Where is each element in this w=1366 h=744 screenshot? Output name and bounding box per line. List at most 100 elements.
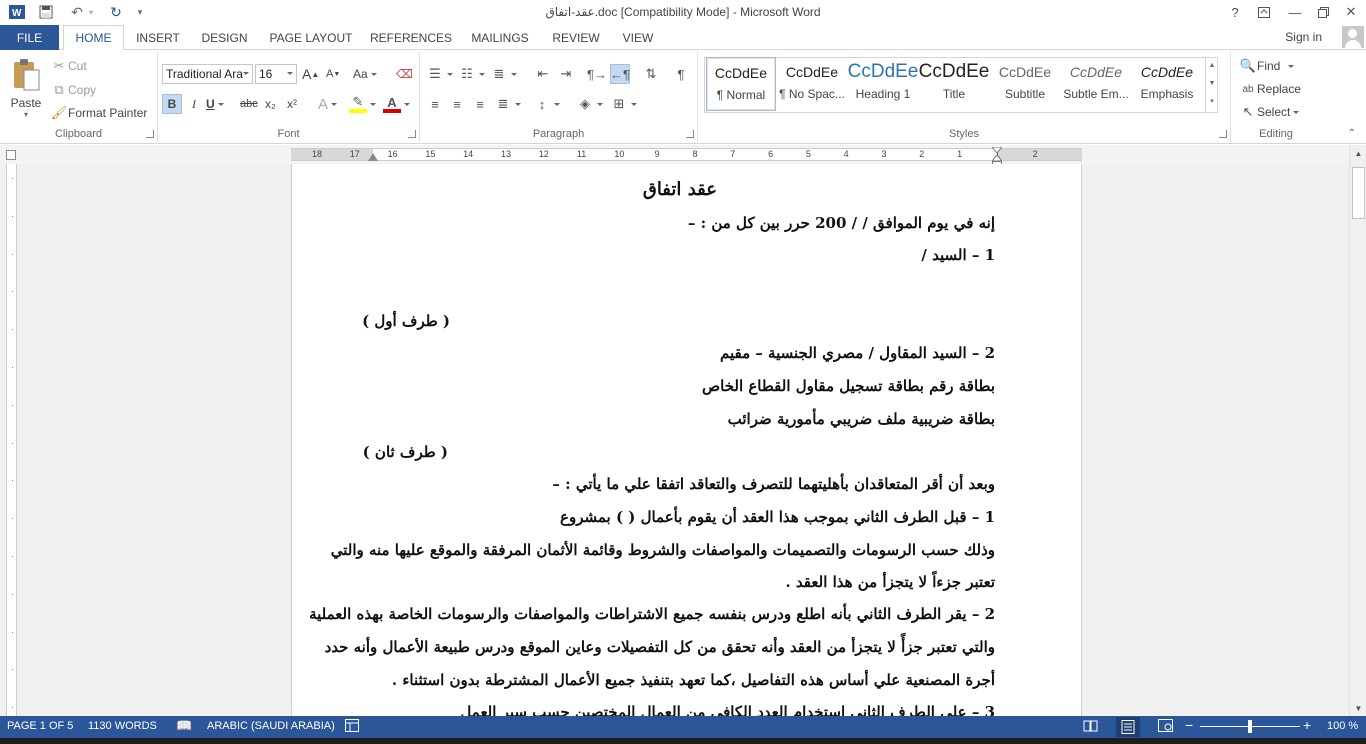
help-button[interactable]: ? xyxy=(1222,2,1248,22)
clear-formatting-icon[interactable]: ⌫ xyxy=(396,64,413,84)
justify-button[interactable]: ≣ xyxy=(494,94,521,114)
tab-view[interactable]: VIEW xyxy=(614,25,662,50)
style-normal[interactable]: CcDdEe ¶ Normal xyxy=(706,57,776,111)
language-indicator[interactable]: ARABIC (SAUDI ARABIA) xyxy=(207,720,335,732)
multilevel-list-button[interactable]: ≣ xyxy=(490,64,517,84)
print-layout-icon[interactable] xyxy=(1116,717,1140,737)
zoom-out-icon[interactable]: − xyxy=(1185,717,1193,733)
replace-button[interactable]: ab Replace xyxy=(1239,79,1301,99)
sign-in-link[interactable]: Sign in xyxy=(1285,30,1322,44)
style-subtitle[interactable]: CcDdEe Subtitle xyxy=(990,57,1060,111)
tab-review[interactable]: REVIEW xyxy=(545,25,607,50)
tab-home[interactable]: HOME xyxy=(63,25,124,51)
font-color-button[interactable]: A xyxy=(383,94,410,114)
numbering-button[interactable]: ☷ xyxy=(458,64,485,84)
restore-button[interactable] xyxy=(1310,2,1336,22)
proofing-icon[interactable]: 📖 xyxy=(176,718,192,734)
scroll-thumb[interactable] xyxy=(1352,167,1365,219)
ltr-direction-button[interactable]: ¶→ xyxy=(587,64,607,84)
zoom-in-icon[interactable]: + xyxy=(1303,717,1311,733)
collapse-ribbon-icon[interactable]: ⌃ xyxy=(1348,128,1356,139)
shrink-font-button[interactable]: A ▼ xyxy=(326,64,340,84)
find-button[interactable]: 🔍 Find xyxy=(1239,56,1295,76)
align-right-button[interactable]: ≡ xyxy=(471,94,489,114)
line-spacing-button[interactable]: ↕ xyxy=(533,94,560,114)
tab-page-layout[interactable]: PAGE LAYOUT xyxy=(263,25,359,50)
ruler-tick: 10 xyxy=(614,149,625,159)
superscript-button[interactable]: x² xyxy=(287,94,297,114)
copy-button[interactable]: ⧉ Copy xyxy=(50,80,96,100)
close-button[interactable]: ✕ xyxy=(1338,2,1364,22)
change-case-button[interactable]: Aa xyxy=(353,64,377,84)
align-center-button[interactable]: ≡ xyxy=(448,94,466,114)
font-launcher-icon[interactable] xyxy=(408,130,416,138)
page-count[interactable]: PAGE 1 OF 5 xyxy=(7,720,73,732)
highlight-button[interactable]: ✎ xyxy=(349,94,376,114)
chevron-down-icon[interactable]: ▼ xyxy=(1206,75,1218,93)
tab-mailings[interactable]: MAILINGS xyxy=(463,25,537,50)
styles-launcher-icon[interactable] xyxy=(1219,130,1227,138)
tab-file[interactable]: FILE xyxy=(0,25,59,50)
ribbon-display-options-icon[interactable] xyxy=(1251,2,1277,22)
copy-icon: ⧉ xyxy=(54,82,64,97)
decrease-indent-button[interactable]: ⇤ xyxy=(534,64,552,84)
italic-button[interactable]: I xyxy=(186,94,202,114)
scroll-down-icon[interactable]: ▼ xyxy=(1350,700,1366,716)
bold-button[interactable]: B xyxy=(162,94,182,114)
sort-button[interactable]: ⇅ xyxy=(642,64,660,84)
ruler-tick: 3 xyxy=(881,149,887,159)
font-size-combo[interactable]: 16 xyxy=(255,64,297,84)
clipboard-launcher-icon[interactable] xyxy=(146,130,154,138)
tab-design[interactable]: DESIGN xyxy=(193,25,256,50)
paragraph-launcher-icon[interactable] xyxy=(686,130,694,138)
styles-scroll[interactable]: ▲ ▼ ▾ xyxy=(1205,57,1218,113)
select-button[interactable]: ↖ Select xyxy=(1239,102,1300,122)
more-styles-icon[interactable]: ▾ xyxy=(1206,93,1218,111)
right-indent-marker-icon[interactable] xyxy=(990,146,1004,165)
zoom-slider-thumb[interactable] xyxy=(1248,720,1252,733)
scroll-up-icon[interactable]: ▲ xyxy=(1350,145,1366,161)
left-indent-marker-icon[interactable] xyxy=(368,153,378,161)
style-title[interactable]: CcDdEe Title xyxy=(919,57,989,111)
underline-button[interactable]: U xyxy=(206,94,230,114)
font-name-combo[interactable]: Traditional Ara xyxy=(162,64,253,84)
grow-font-button[interactable]: A ▲ xyxy=(302,64,319,84)
show-formatting-button[interactable]: ¶ xyxy=(672,64,690,84)
shading-button[interactable]: ◈ xyxy=(576,94,603,114)
style-heading-1[interactable]: CcDdEe Heading 1 xyxy=(848,57,918,111)
chevron-up-icon[interactable]: ▲ xyxy=(1206,57,1218,75)
align-left-button[interactable]: ≡ xyxy=(426,94,444,114)
paste-button[interactable]: Paste ▾ xyxy=(6,56,46,122)
borders-button[interactable]: ⊞ xyxy=(610,94,637,114)
ruler-tick: 12 xyxy=(538,149,549,159)
document-page[interactable]: عقد اتفاق إنه في يوم الموافق / / 200 حرر… xyxy=(291,164,1082,716)
strikethrough-button[interactable]: abc xyxy=(240,94,258,114)
bullets-button[interactable]: ☰ xyxy=(426,64,453,84)
web-layout-icon[interactable] xyxy=(1158,719,1173,735)
increase-indent-button[interactable]: ⇥ xyxy=(557,64,575,84)
format-painter-button[interactable]: 🖌 Format Painter xyxy=(50,103,148,123)
read-mode-icon[interactable] xyxy=(1083,719,1098,735)
subscript-button[interactable]: x₂ xyxy=(265,94,276,114)
rtl-direction-button[interactable]: ←¶ xyxy=(610,64,630,84)
tab-selector[interactable] xyxy=(6,150,16,160)
horizontal-ruler[interactable]: 18 17 16 15 14 13 12 11 10 9 8 7 6 5 4 3 2 1 1 2 xyxy=(291,148,1082,161)
vertical-scrollbar[interactable]: ▲ ▼ xyxy=(1349,145,1366,716)
styles-label: Styles xyxy=(949,128,979,140)
avatar[interactable] xyxy=(1342,26,1364,48)
vertical-ruler[interactable]: · · · · · · · · · · · · · · · xyxy=(6,164,17,716)
text-effects-button[interactable]: A xyxy=(318,94,338,114)
tab-references[interactable]: REFERENCES xyxy=(366,25,456,50)
minimize-button[interactable]: — xyxy=(1282,2,1308,22)
macro-icon[interactable] xyxy=(345,719,359,735)
style-subtle-emphasis[interactable]: CcDdEe Subtle Em... xyxy=(1061,57,1131,111)
cut-button[interactable]: ✂ Cut xyxy=(50,56,87,76)
doc-line: 1 – السيد / xyxy=(921,246,995,264)
tab-insert[interactable]: INSERT xyxy=(128,25,188,50)
decrease-indent-icon: ⇤ xyxy=(537,66,549,81)
word-count[interactable]: 1130 WORDS xyxy=(88,720,157,732)
style-no-spacing[interactable]: CcDdEe ¶ No Spac... xyxy=(777,57,847,111)
zoom-level[interactable]: 100 % xyxy=(1327,720,1358,732)
style-emphasis[interactable]: CcDdEe Emphasis xyxy=(1132,57,1202,111)
vertical-ruler-tick: · xyxy=(11,363,14,372)
